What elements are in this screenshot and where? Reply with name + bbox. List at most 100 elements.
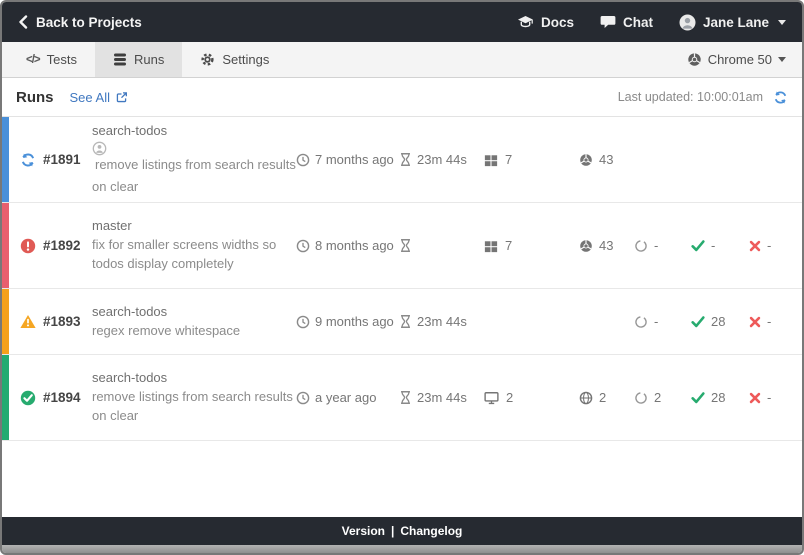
project-tabbar: </> Tests Runs Settings <box>2 42 802 78</box>
passed-count: 28 <box>691 390 749 405</box>
check-icon <box>691 316 705 328</box>
run-status-icon-warning <box>20 314 36 329</box>
back-to-projects-label: Back to Projects <box>36 15 142 30</box>
caret-down-icon <box>778 20 786 25</box>
run-browser: 43 <box>579 238 634 253</box>
footer: Version | Changelog <box>2 517 802 545</box>
database-icon <box>113 52 127 67</box>
clock-icon <box>296 315 310 329</box>
hourglass-icon <box>399 390 412 405</box>
commit-message: remove listings from search results on c… <box>92 141 296 197</box>
run-row[interactable]: #1891 search-todos remove listings from … <box>2 117 802 203</box>
chat-icon <box>600 15 616 29</box>
run-browser: 43 <box>579 152 634 167</box>
commit-info: master fix for smaller screens widths so… <box>92 217 296 274</box>
app-window: Back to Projects Docs Chat <box>0 0 804 555</box>
os-count: 7 <box>505 238 512 253</box>
failed-count: - <box>749 238 802 253</box>
run-duration <box>399 238 484 253</box>
user-name: Jane Lane <box>703 15 769 30</box>
branch-name: master <box>92 217 296 236</box>
exclamation-circle-icon <box>20 238 36 254</box>
check-icon <box>691 240 705 252</box>
failed-count: - <box>749 314 802 329</box>
run-row[interactable]: #1892 master fix for smaller screens wid… <box>2 203 802 289</box>
refresh-button[interactable] <box>773 90 788 105</box>
run-os: 2 <box>484 390 579 405</box>
chevron-left-icon <box>18 15 28 29</box>
docs-link[interactable]: Docs <box>517 15 574 30</box>
chat-link[interactable]: Chat <box>600 15 653 30</box>
status-color-bar <box>2 203 9 288</box>
clock-icon <box>296 153 310 167</box>
run-number: #1893 <box>36 314 92 329</box>
run-duration: 23m 44s <box>399 390 484 405</box>
time-ago: 7 months ago <box>296 152 399 167</box>
run-number: #1891 <box>36 152 92 167</box>
run-row[interactable]: #1894 search-todos remove listings from … <box>2 355 802 441</box>
pending-count: - <box>634 314 691 329</box>
code-icon: </> <box>26 54 40 66</box>
user-menu[interactable]: Jane Lane <box>679 14 786 31</box>
branch-name: search-todos <box>92 303 240 322</box>
tab-runs[interactable]: Runs <box>95 42 182 77</box>
warning-triangle-icon <box>20 314 36 329</box>
graduation-cap-icon <box>517 15 534 30</box>
refresh-icon <box>773 90 788 105</box>
tab-settings[interactable]: Settings <box>182 42 287 77</box>
windows-icon <box>484 153 498 167</box>
run-os: 7 <box>484 152 579 167</box>
browser-selector[interactable]: Chrome 50 <box>671 42 802 77</box>
pending-count: - <box>634 238 691 253</box>
tab-tests[interactable]: </> Tests <box>8 42 95 77</box>
pending-circle-icon <box>634 315 648 329</box>
tab-tests-label: Tests <box>47 52 77 67</box>
branch-name: search-todos <box>92 122 296 141</box>
x-icon <box>749 240 761 252</box>
x-icon <box>749 392 761 404</box>
run-status-icon-passed <box>20 390 36 406</box>
changelog-link[interactable]: Changelog <box>400 524 462 538</box>
see-all-label: See All <box>70 90 110 105</box>
empty-area <box>2 441 802 517</box>
run-number: #1892 <box>36 238 92 253</box>
failed-count: - <box>749 390 802 405</box>
time-ago: 9 months ago <box>296 314 399 329</box>
run-duration: 23m 44s <box>399 152 484 167</box>
passed-count: 28 <box>691 314 749 329</box>
run-duration: 23m 44s <box>399 314 484 329</box>
commit-message: remove listings from search results on c… <box>92 388 296 426</box>
x-icon <box>749 316 761 328</box>
run-row[interactable]: #1893 search-todos regex remove whitespa… <box>2 289 802 355</box>
chrome-icon <box>579 153 593 167</box>
branch-name: search-todos <box>92 369 296 388</box>
page-title: Runs <box>16 89 54 106</box>
windows-icon <box>484 239 498 253</box>
see-all-link[interactable]: See All <box>70 90 128 105</box>
run-number: #1894 <box>36 390 92 405</box>
pending-count: 2 <box>634 390 691 405</box>
passed-count: - <box>691 238 749 253</box>
chrome-icon <box>579 239 593 253</box>
hourglass-icon <box>399 314 412 329</box>
caret-down-icon <box>778 57 786 62</box>
top-navbar: Back to Projects Docs Chat <box>2 2 802 42</box>
run-browser: 2 <box>579 390 634 405</box>
back-to-projects-link[interactable]: Back to Projects <box>18 15 142 30</box>
check-icon <box>691 392 705 404</box>
os-count: 2 <box>506 390 513 405</box>
commit-info: search-todos remove listings from search… <box>92 122 296 197</box>
pending-circle-icon <box>634 239 648 253</box>
committer-avatar-icon <box>92 141 296 156</box>
runs-list: #1891 search-todos remove listings from … <box>2 117 802 441</box>
version-link[interactable]: Version <box>342 524 385 538</box>
tab-runs-label: Runs <box>134 52 164 67</box>
status-color-bar <box>2 289 9 354</box>
window-bottom-edge <box>2 545 802 553</box>
footer-separator: | <box>391 524 394 538</box>
time-ago: a year ago <box>296 390 399 405</box>
run-status-icon-running <box>20 152 36 168</box>
browser-count: 43 <box>599 152 613 167</box>
globe-icon <box>579 391 593 405</box>
commit-message: fix for smaller screens widths so todos … <box>92 236 296 274</box>
